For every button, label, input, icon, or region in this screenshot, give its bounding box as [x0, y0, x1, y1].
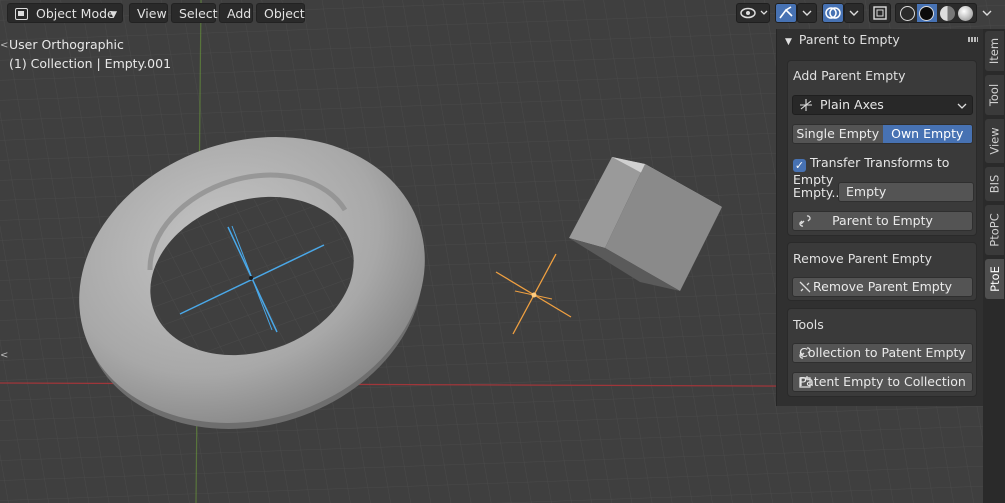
unlink-icon	[799, 281, 811, 293]
chevron-down-icon	[957, 103, 967, 109]
sidebar-panel: ▼ Parent to Empty Add Parent Empty Plain …	[776, 29, 984, 406]
solid-shading-icon	[919, 6, 934, 21]
collection-to-empty-label: Collection to Patent Empty	[799, 345, 966, 360]
collection-add-icon	[799, 376, 811, 388]
menu-object[interactable]: Object	[256, 3, 305, 23]
empty-type-dropdown[interactable]: Plain Axes	[792, 95, 973, 115]
tab-ptoe-label: PtoE	[987, 266, 1002, 292]
empty-mode-toggle: Single Empty Own Empty	[792, 124, 973, 144]
mode-label: Object Mode	[36, 6, 115, 21]
single-empty-option[interactable]: Single Empty	[793, 125, 883, 143]
shading-modes	[895, 3, 977, 23]
tab-ptopc[interactable]: PtoPC	[985, 205, 1004, 255]
parent-to-empty-button[interactable]: Parent to Empty	[792, 211, 973, 231]
material-shading-icon[interactable]	[940, 6, 955, 21]
gizmo-icon	[779, 6, 793, 19]
menu-view[interactable]: View	[129, 3, 168, 23]
menu-select[interactable]: Select	[171, 3, 218, 23]
empty-to-collection-label: Patent Empty to Collection	[799, 374, 966, 389]
collapse-arrow-icon: ▼	[785, 37, 792, 47]
gizmo-toggle[interactable]	[775, 3, 797, 23]
empty-to-collection-button[interactable]: Patent Empty to Collection	[792, 372, 973, 392]
sidebar-tabs: Item Tool View BIS PtoPC PtoE	[983, 29, 1005, 503]
add-section-label: Add Parent Empty	[793, 68, 906, 83]
remove-parent-empty-button[interactable]: Remove Parent Empty	[792, 277, 973, 297]
tab-item[interactable]: Item	[985, 31, 1004, 71]
overlay-icon	[825, 7, 841, 19]
menu-add[interactable]: Add	[219, 3, 253, 23]
wireframe-shading-icon[interactable]	[900, 6, 915, 21]
tab-tool[interactable]: Tool	[985, 75, 1004, 115]
tab-ptoe[interactable]: PtoE	[985, 259, 1004, 299]
transfer-checkbox[interactable]: ✓	[793, 159, 806, 172]
tools-box: Tools Collection to Patent Empty Patent …	[787, 308, 977, 397]
tab-ptopc-label: PtoPC	[987, 213, 1002, 247]
empty-name-field[interactable]: Empty	[838, 182, 974, 202]
remove-parent-box: Remove Parent Empty Remove Parent Empty	[787, 242, 977, 301]
parent-to-empty-label: Parent to Empty	[832, 213, 933, 228]
collection-to-empty-button[interactable]: Collection to Patent Empty	[792, 343, 973, 363]
add-parent-box: Add Parent Empty Plain Axes Single Empty…	[787, 60, 977, 236]
svg-text:<: <	[0, 40, 8, 51]
visibility-icon	[740, 7, 768, 19]
visibility-button[interactable]	[736, 3, 770, 23]
own-empty-option[interactable]: Own Empty	[882, 125, 972, 143]
tab-item-label: Item	[987, 37, 1002, 65]
link-icon	[799, 347, 811, 359]
tab-view-label: View	[987, 127, 1002, 155]
chevron-down-icon[interactable]	[980, 4, 994, 22]
overlay-toggle[interactable]	[822, 3, 844, 23]
empty-field-label: Empty...	[793, 185, 844, 200]
chevron-down-icon	[849, 10, 859, 16]
view-name: User Orthographic	[9, 37, 124, 52]
remove-parent-empty-label: Remove Parent Empty	[813, 279, 952, 294]
plain-axes-icon	[800, 99, 812, 111]
xray-icon	[873, 6, 887, 20]
remove-section-label: Remove Parent Empty	[793, 251, 932, 266]
link-icon	[799, 215, 811, 227]
empty-type-label: Plain Axes	[820, 97, 884, 112]
gizmo-dropdown[interactable]	[797, 3, 817, 23]
object-mode-icon	[15, 8, 28, 20]
tab-tool-label: Tool	[987, 83, 1002, 107]
tools-section-label: Tools	[793, 317, 824, 332]
tab-bis-label: BIS	[987, 174, 1002, 194]
xray-toggle[interactable]	[869, 3, 891, 23]
tab-view[interactable]: View	[985, 119, 1004, 163]
collection-info: (1) Collection | Empty.001	[9, 56, 172, 71]
overlay-dropdown[interactable]	[844, 3, 864, 23]
solid-shading-button[interactable]	[917, 4, 937, 22]
tab-bis[interactable]: BIS	[985, 167, 1004, 201]
mode-selector[interactable]: Object Mode ▼	[7, 3, 123, 23]
svg-text:<: <	[0, 350, 8, 361]
chevron-down-icon	[802, 10, 812, 16]
rendered-shading-icon[interactable]	[958, 6, 973, 21]
drag-grip-icon[interactable]	[968, 37, 978, 42]
chevron-down-icon: ▼	[110, 10, 117, 20]
panel-header[interactable]: ▼ Parent to Empty	[785, 32, 900, 47]
panel-title: Parent to Empty	[798, 32, 900, 47]
